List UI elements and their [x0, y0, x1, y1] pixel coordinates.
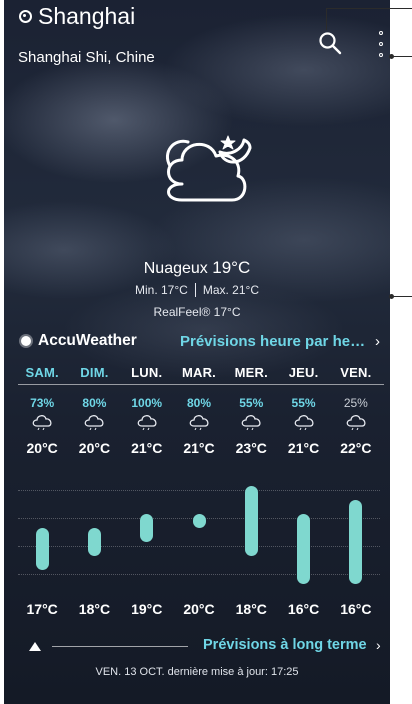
day-label: SAM. — [25, 365, 59, 380]
city-name: Shanghai — [38, 3, 136, 29]
precip-chance: 55% — [291, 396, 316, 410]
location-icon — [18, 9, 32, 23]
cloud-rain-icon — [173, 414, 225, 430]
cloud-rain-icon — [121, 414, 173, 430]
callout-line — [326, 8, 327, 30]
more-vert-icon — [379, 31, 383, 35]
temp-range-bar — [297, 514, 311, 584]
precip-chance: 55% — [239, 396, 264, 410]
precip-chance: 25% — [343, 396, 368, 410]
region-name: Shanghai Shi, Chine — [18, 49, 155, 66]
footer-line — [52, 646, 188, 647]
low-temp: 16°C — [287, 601, 320, 617]
low-temps-row: 17°C 18°C 19°C 20°C 18°C 16°C 16°C — [16, 601, 382, 617]
day-label: JEU. — [288, 365, 319, 380]
callout-line — [326, 8, 412, 9]
temp-range-bar — [192, 514, 206, 528]
high-temps-row: 20°C 20°C 21°C 21°C 23°C 21°C 22°C — [16, 440, 382, 456]
divider — [18, 384, 384, 385]
grid-line — [18, 546, 380, 547]
precip-chance: 80% — [186, 396, 211, 410]
separator — [194, 283, 196, 297]
precip-chance: 100% — [131, 396, 163, 410]
low-temp: 16°C — [340, 601, 372, 617]
high-temp: 22°C — [340, 440, 372, 456]
cloud-rain-icon — [68, 414, 120, 430]
day-label: DIM. — [80, 365, 109, 380]
high-temp: 21°C — [183, 440, 215, 456]
long-term-forecast-link[interactable]: Prévisions à long terme — [203, 637, 367, 653]
search-icon — [319, 32, 342, 55]
low-temp: 20°C — [183, 601, 215, 617]
location-row[interactable]: Shanghai — [18, 2, 135, 30]
cloud-rain-icon — [16, 414, 68, 430]
current-temperature: 19°C — [212, 258, 251, 277]
chevron-right-icon[interactable]: › — [376, 637, 381, 653]
cloud-rain-icon — [277, 414, 329, 430]
cloud-rain-icon — [330, 414, 382, 430]
day-labels: SAM. DIM. LUN. MAR. MER. JEU. VEN. — [16, 365, 382, 380]
high-temp: 21°C — [131, 440, 163, 456]
callout-dot — [389, 54, 394, 59]
realfeel: RealFeel® 17°C — [153, 305, 241, 319]
accuweather-logo[interactable]: AccuWeather — [18, 332, 137, 350]
hourly-forecast-link[interactable]: Prévisions heure par he… — [180, 333, 365, 350]
callout-dot — [389, 294, 394, 299]
day-label: MAR. — [181, 365, 216, 380]
temp-range-bar — [349, 500, 363, 584]
high-temp: 21°C — [287, 440, 320, 456]
sun-icon — [18, 333, 34, 349]
brand-name: AccuWeather — [38, 332, 137, 349]
day-label: MER. — [234, 365, 268, 380]
max-temp: Max. 21°C — [202, 283, 259, 297]
callout-line — [392, 56, 412, 57]
min-temp: Min. 17°C — [135, 283, 188, 297]
low-temp: 18°C — [78, 601, 111, 617]
min-max: Min. 17°C Max. 21°C — [4, 283, 390, 297]
day-label: LUN. — [131, 365, 163, 380]
temp-range-bar — [35, 528, 49, 570]
temp-range-bar — [244, 486, 258, 556]
collapse-icon[interactable] — [29, 642, 41, 651]
callout-line — [392, 296, 412, 297]
day-label: VEN. — [340, 365, 372, 380]
partly-cloudy-night-icon — [165, 135, 252, 202]
low-temp: 17°C — [26, 601, 58, 617]
chevron-right-icon[interactable]: › — [375, 333, 380, 350]
grid-line — [18, 490, 380, 491]
temp-range-bar — [140, 514, 154, 542]
temp-range-bar — [87, 528, 101, 556]
precip-row: 73% 80% 100% 80% 55% 55% 25% — [16, 396, 382, 410]
condition-text: Nuageux — [143, 260, 208, 277]
precip-chance: 73% — [30, 396, 55, 410]
cloud-icons-row — [16, 414, 382, 430]
more-options-button[interactable] — [376, 31, 386, 57]
low-temp: 18°C — [235, 601, 267, 617]
current-condition: Nuageux 19°C — [4, 258, 390, 278]
cloud-rain-icon — [225, 414, 277, 430]
search-button[interactable] — [317, 30, 343, 56]
high-temp: 23°C — [235, 440, 267, 456]
high-temp: 20°C — [26, 440, 58, 456]
low-temp: 19°C — [131, 601, 163, 617]
temperature-chart — [16, 470, 382, 596]
weather-screen: Shanghai Shanghai Shi, Chine Nuageux 19°… — [4, 0, 390, 704]
grid-line — [18, 574, 380, 575]
high-temp: 20°C — [78, 440, 111, 456]
precip-chance: 80% — [82, 396, 107, 410]
last-updated: VEN. 13 OCT. dernière mise à jour: 17:25 — [95, 666, 299, 678]
